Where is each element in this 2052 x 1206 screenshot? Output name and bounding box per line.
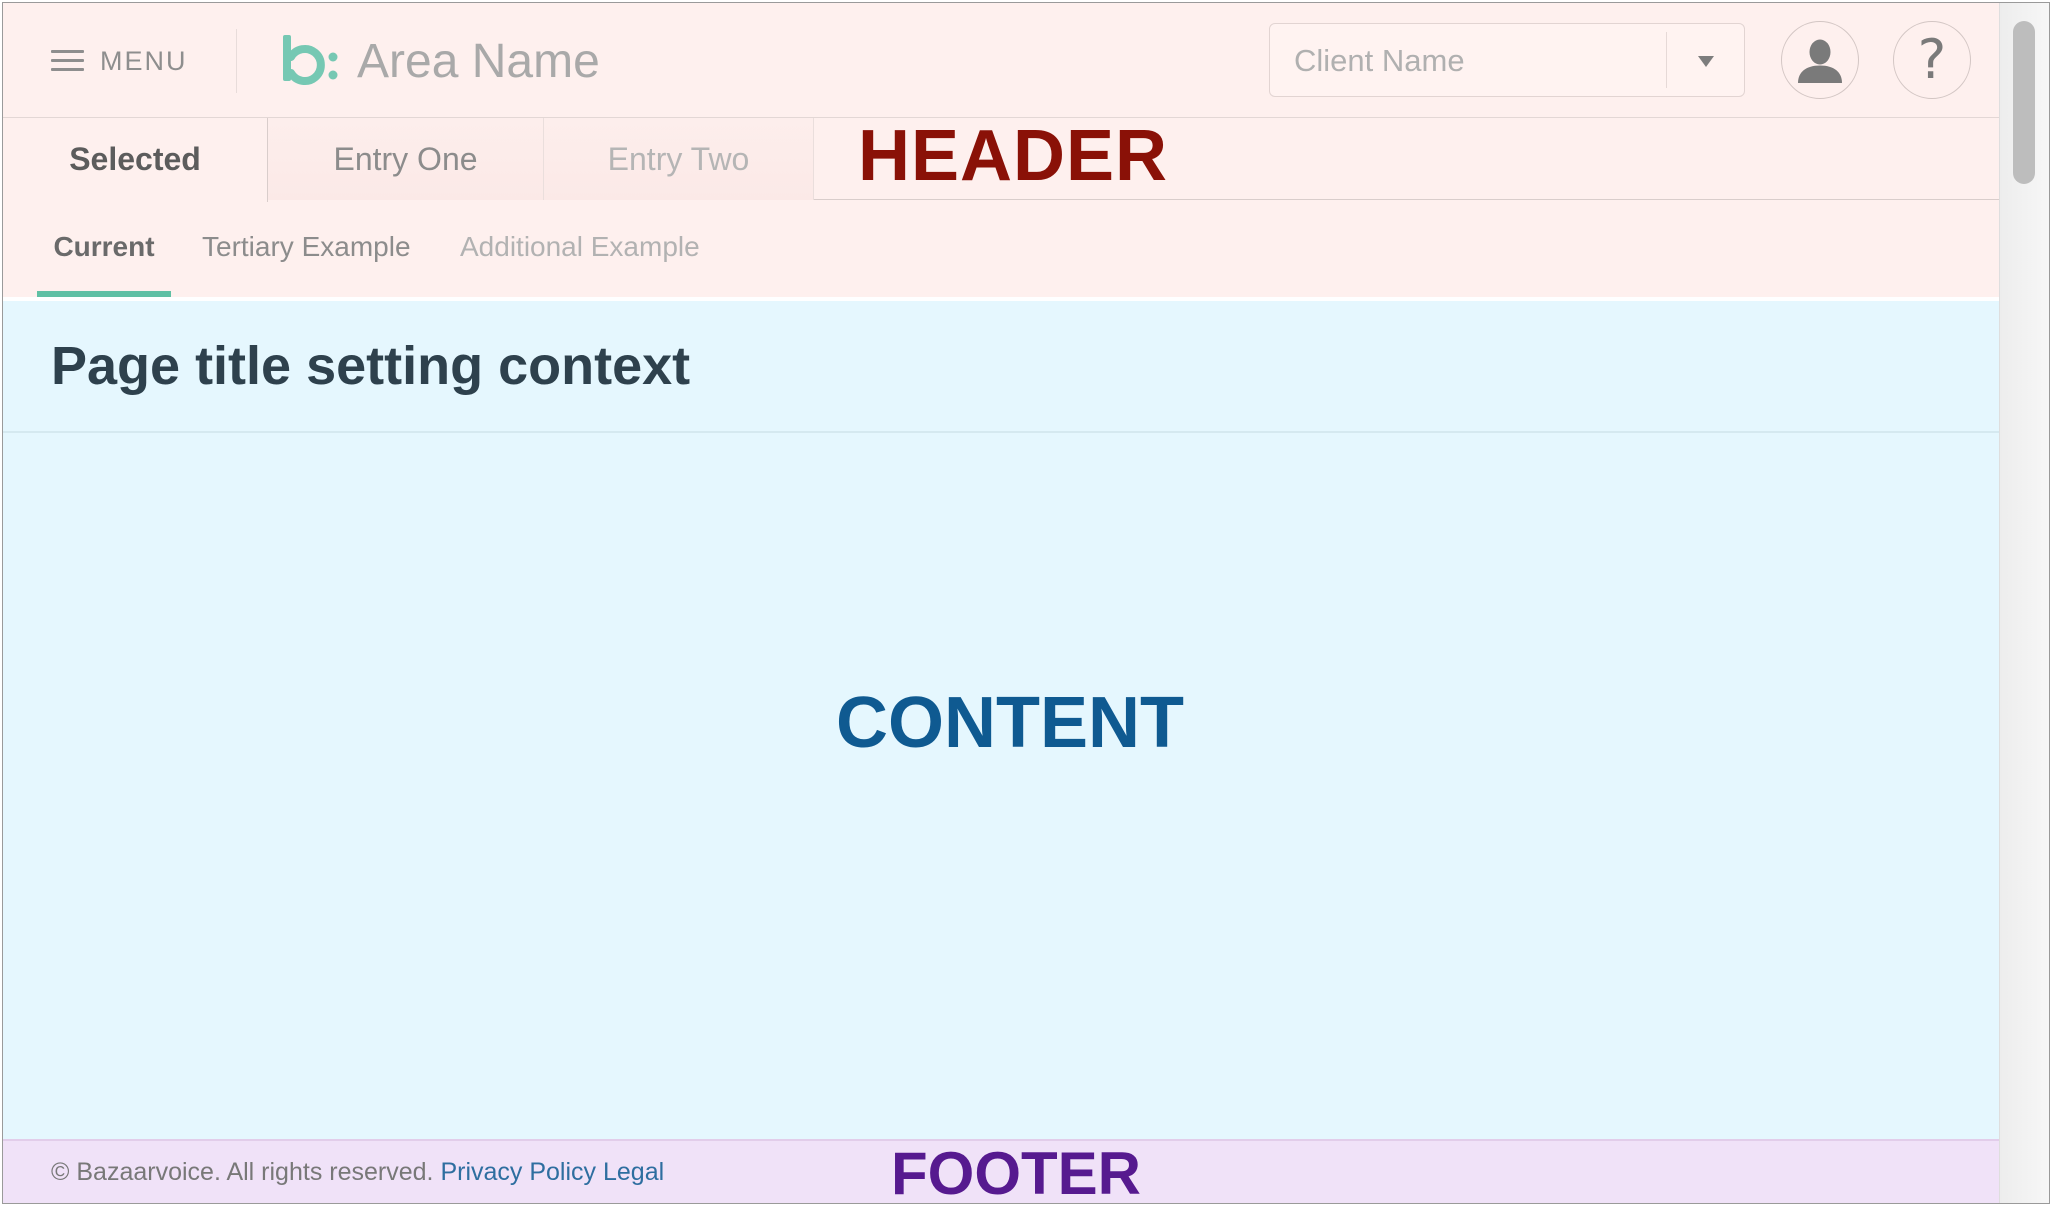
tab-selected[interactable]: Selected	[3, 118, 268, 202]
tab-entry-two[interactable]: Entry Two	[544, 118, 814, 200]
area-name: Area Name	[357, 34, 600, 88]
help-icon: ?	[1917, 28, 1947, 91]
content-region-label: CONTENT	[836, 683, 1184, 763]
copyright: © Bazaarvoice. All rights reserved.	[51, 1158, 434, 1186]
user-button[interactable]	[1781, 21, 1859, 99]
legal-link[interactable]: Legal	[603, 1158, 664, 1186]
user-icon	[1798, 39, 1842, 83]
top-bar: MENU Area Name Client Name ?	[3, 3, 2002, 117]
client-select-divider	[1666, 32, 1667, 88]
subtab-additional-example[interactable]: Additional Example	[460, 200, 700, 297]
vertical-scrollbar[interactable]	[1999, 3, 2049, 1203]
header-region-label: HEADER	[858, 116, 1169, 196]
brand: Area Name	[283, 31, 600, 91]
topbar-divider	[236, 29, 237, 93]
privacy-policy-link[interactable]: Privacy Policy	[440, 1158, 596, 1186]
subtab-current-label: Current	[53, 231, 155, 262]
menu-label: MENU	[100, 45, 188, 76]
footer-region-label: FOOTER	[891, 1140, 1141, 1204]
page-header: MENU Area Name Client Name ? Selected En…	[3, 3, 2002, 297]
scrollbar-thumb[interactable]	[2013, 21, 2035, 184]
footer-text: © Bazaarvoice. All rights reserved. Priv…	[51, 1141, 664, 1203]
menu-button[interactable]: MENU	[51, 43, 188, 79]
page-title: Page title setting context	[51, 336, 691, 396]
subtab-current[interactable]: Current	[37, 200, 171, 297]
page-footer: © Bazaarvoice. All rights reserved. Priv…	[3, 1139, 2002, 1204]
client-select-value: Client Name	[1294, 43, 1465, 78]
page-title-bar: Page title setting context	[3, 301, 2002, 433]
help-button[interactable]: ?	[1893, 21, 1971, 99]
page-viewport: MENU Area Name Client Name ? Selected En…	[3, 3, 2002, 1203]
secondary-tabs: Current Tertiary Example Additional Exam…	[3, 200, 2002, 297]
chevron-down-icon	[1698, 56, 1714, 67]
tab-entry-one[interactable]: Entry One	[268, 118, 544, 200]
browser-frame: MENU Area Name Client Name ? Selected En…	[2, 2, 2050, 1204]
bazaarvoice-logo	[283, 35, 338, 85]
hamburger-icon	[51, 49, 84, 73]
subtab-tertiary-example[interactable]: Tertiary Example	[202, 200, 411, 297]
client-select[interactable]: Client Name	[1269, 23, 1745, 97]
